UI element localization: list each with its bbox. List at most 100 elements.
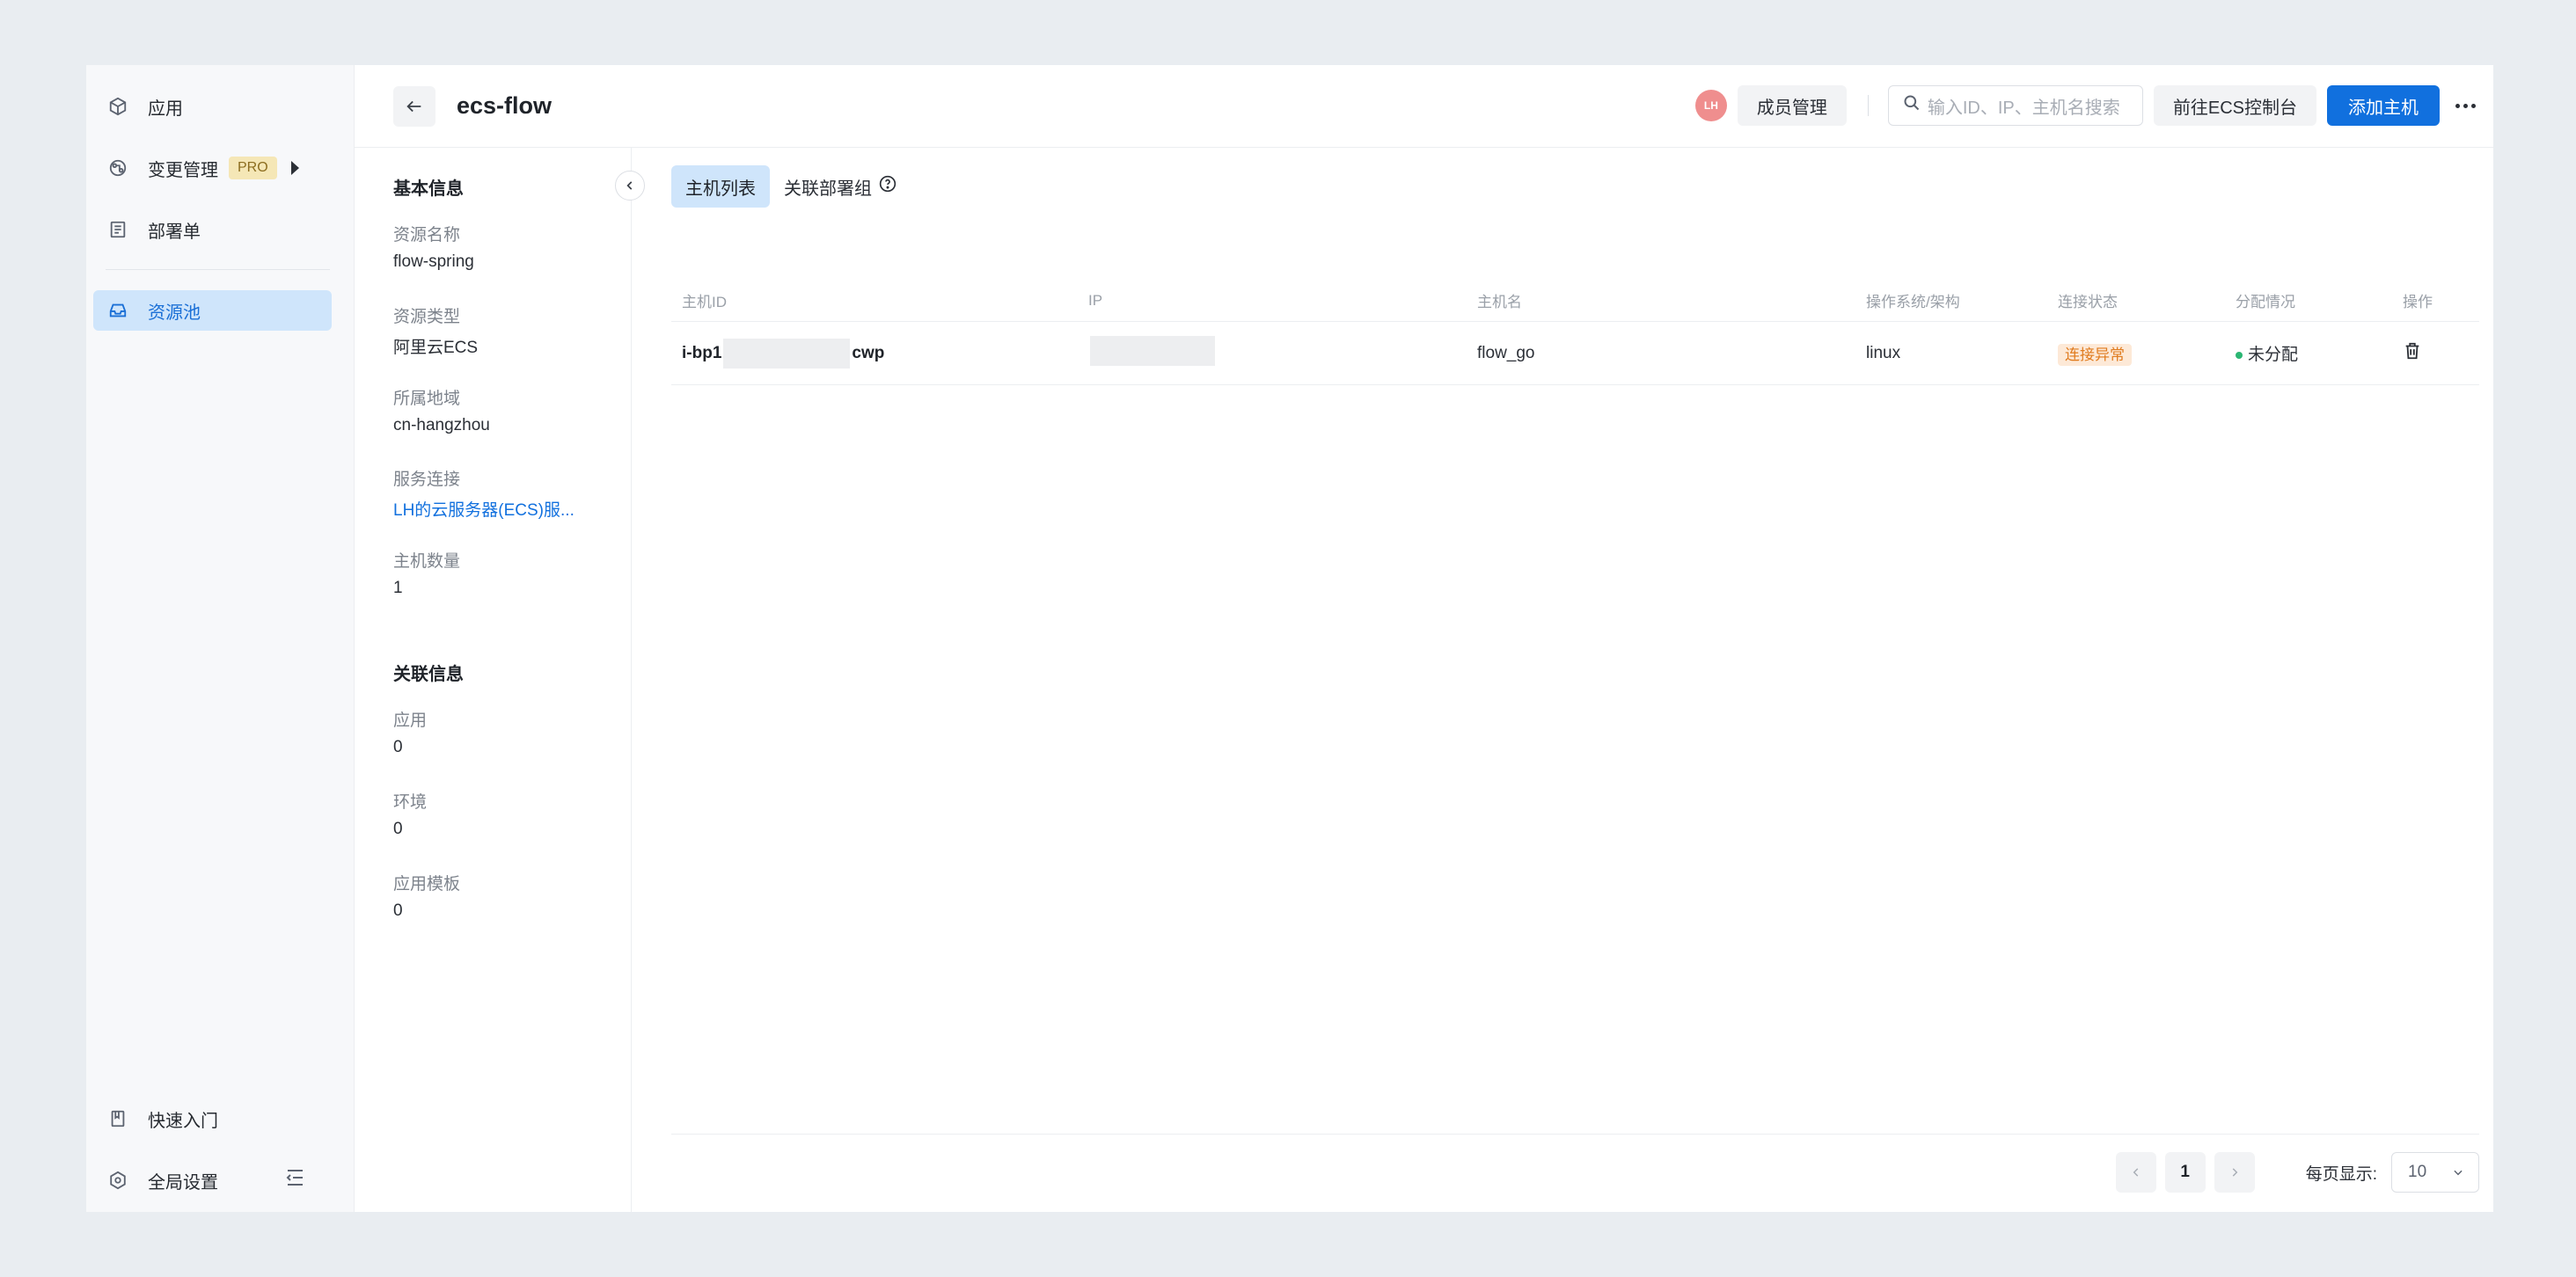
page-number-button[interactable]: 1 (2164, 1152, 2206, 1193)
page-size-select[interactable]: 10 (2391, 1152, 2479, 1193)
flow-icon (106, 156, 130, 180)
book-icon (106, 1106, 130, 1131)
column-header: 主机名 (1477, 294, 1522, 310)
related-info-title: 关联信息 (393, 665, 464, 684)
info-label: 主机数量 (393, 552, 461, 571)
table-header: 主机ID IP 主机名 操作系统/架构 连接状态 分配情况 操作 (671, 280, 2479, 322)
search-icon (1903, 94, 1921, 117)
members-button[interactable]: 成员管理 (1737, 85, 1847, 126)
info-label: 应用模板 (393, 875, 461, 894)
sidebar-item-resource-pool[interactable]: 资源池 (93, 290, 332, 331)
info-value: 0 (393, 901, 403, 920)
caret-right-icon[interactable] (290, 161, 299, 175)
status-dot (2236, 351, 2243, 359)
host-id-prefix: i-bp1 (682, 343, 722, 362)
basic-info-title: 基本信息 (393, 179, 464, 199)
column-header: 主机ID (682, 294, 727, 310)
tab-host-list[interactable]: 主机列表 (671, 165, 770, 208)
main-area: ecs-flow LH 成员管理 输入ID、IP、主机名搜索 前往ECS控制台 … (355, 65, 2493, 1212)
redacted-block (1090, 335, 1215, 366)
column-header: 分配情况 (2236, 294, 2295, 310)
allocation-cell: 未分配 (2225, 341, 2392, 365)
status-cell: 连接异常 (2047, 342, 2225, 366)
info-value: cn-hangzhou (393, 416, 490, 434)
info-value: 阿里云ECS (393, 339, 479, 357)
next-page-button[interactable] (2214, 1152, 2255, 1193)
sidebar: 应用 变更管理 PRO 部署单 资源池 快速入门 全局设置 (86, 65, 355, 1212)
info-value: 1 (393, 579, 403, 597)
info-label: 服务连接 (393, 471, 461, 489)
add-host-button[interactable]: 添加主机 (2327, 85, 2440, 126)
back-button[interactable] (393, 85, 435, 127)
host-id-suffix: cwp (852, 343, 885, 362)
chevron-down-icon (2454, 1170, 2463, 1176)
allocation-text: 未分配 (2248, 346, 2299, 364)
sidebar-item-apps[interactable]: 应用 (93, 86, 332, 127)
os-cell: linux (1866, 343, 1901, 362)
sidebar-item-label: 全局设置 (148, 1172, 218, 1193)
info-value: 0 (393, 738, 403, 756)
info-label: 应用 (393, 711, 428, 730)
info-label: 所属地域 (393, 390, 461, 408)
host-id-cell[interactable]: i-bp1 cwp (671, 338, 1078, 369)
help-icon[interactable] (879, 175, 896, 198)
trash-icon[interactable] (2403, 342, 2422, 365)
cube-icon (106, 94, 130, 119)
list-icon (106, 217, 130, 242)
sidebar-item-label: 快速入门 (148, 1111, 218, 1131)
tabs: 主机列表 关联部署组 (671, 165, 911, 208)
actions-cell (2392, 341, 2479, 366)
hostname-cell: flow_go (1477, 343, 1535, 362)
fold-panel-button[interactable] (615, 171, 645, 201)
sidebar-item-deploy-orders[interactable]: 部署单 (93, 209, 332, 250)
page-size-label: 每页显示: (2305, 1164, 2377, 1184)
sidebar-item-quick-start[interactable]: 快速入门 (93, 1098, 332, 1139)
header-divider (1867, 95, 1869, 116)
tab-label: 关联部署组 (784, 179, 872, 199)
info-label: 环境 (393, 793, 428, 812)
gear-icon (106, 1168, 130, 1193)
sidebar-item-label: 应用 (148, 99, 183, 119)
redacted-block (723, 338, 851, 369)
status-badge: 连接异常 (2058, 343, 2132, 366)
tab-related-deploy-groups[interactable]: 关联部署组 (770, 165, 911, 208)
sidebar-divider (106, 269, 330, 270)
search-input[interactable]: 输入ID、IP、主机名搜索 (1887, 85, 2143, 126)
sidebar-item-change-management[interactable]: 变更管理 PRO (93, 148, 332, 188)
page-header: ecs-flow LH 成员管理 输入ID、IP、主机名搜索 前往ECS控制台 … (355, 65, 2493, 148)
inbox-icon (106, 298, 130, 323)
info-label: 资源类型 (393, 308, 461, 326)
column-header: 操作系统/架构 (1866, 294, 1960, 310)
pro-badge: PRO (229, 157, 277, 179)
sidebar-item-label: 部署单 (148, 222, 201, 242)
prev-page-button[interactable] (2115, 1152, 2156, 1193)
pagination-divider (671, 1134, 2479, 1135)
sidebar-item-label: 变更管理 (148, 160, 218, 180)
chevron-right-icon (2232, 1168, 2238, 1177)
page-size-value: 10 (2408, 1163, 2427, 1181)
content-area: 主机列表 关联部署组 主机ID IP 主机名 操作系统/架构 连接状态 分配情况 (671, 148, 2479, 1212)
ip-cell (1078, 335, 1467, 371)
tab-label: 主机列表 (685, 179, 756, 199)
header-actions: LH 成员管理 输入ID、IP、主机名搜索 前往ECS控制台 添加主机 (1694, 85, 2476, 126)
ecs-console-button[interactable]: 前往ECS控制台 (2153, 85, 2316, 126)
column-header: 连接状态 (2058, 294, 2118, 310)
info-label: 资源名称 (393, 226, 461, 244)
chevron-left-icon (2133, 1168, 2138, 1177)
app-window: 应用 变更管理 PRO 部署单 资源池 快速入门 全局设置 ecs-flow L… (86, 65, 2493, 1212)
pagination: 1 每页显示: 10 (2107, 1152, 2479, 1193)
service-connection-link[interactable]: LH的云服务器(ECS)服... (393, 497, 574, 521)
more-icon[interactable] (2455, 103, 2476, 108)
collapse-sidebar-icon[interactable] (284, 1168, 305, 1193)
host-table: 主机ID IP 主机名 操作系统/架构 连接状态 分配情况 操作 i-bp1 c… (671, 280, 2479, 385)
sidebar-item-global-settings[interactable]: 全局设置 (93, 1160, 332, 1200)
column-header: 操作 (2403, 294, 2433, 310)
column-header: IP (1088, 291, 1103, 309)
info-value: 0 (393, 820, 403, 838)
info-value: flow-spring (393, 252, 474, 271)
avatar[interactable]: LH (1694, 90, 1727, 121)
table-row[interactable]: i-bp1 cwp flow_go linux 连接异常 未分配 (671, 322, 2479, 385)
chevron-left-icon (626, 181, 633, 190)
search-placeholder: 输入ID、IP、主机名搜索 (1927, 98, 2120, 118)
sidebar-item-label: 资源池 (148, 303, 201, 323)
